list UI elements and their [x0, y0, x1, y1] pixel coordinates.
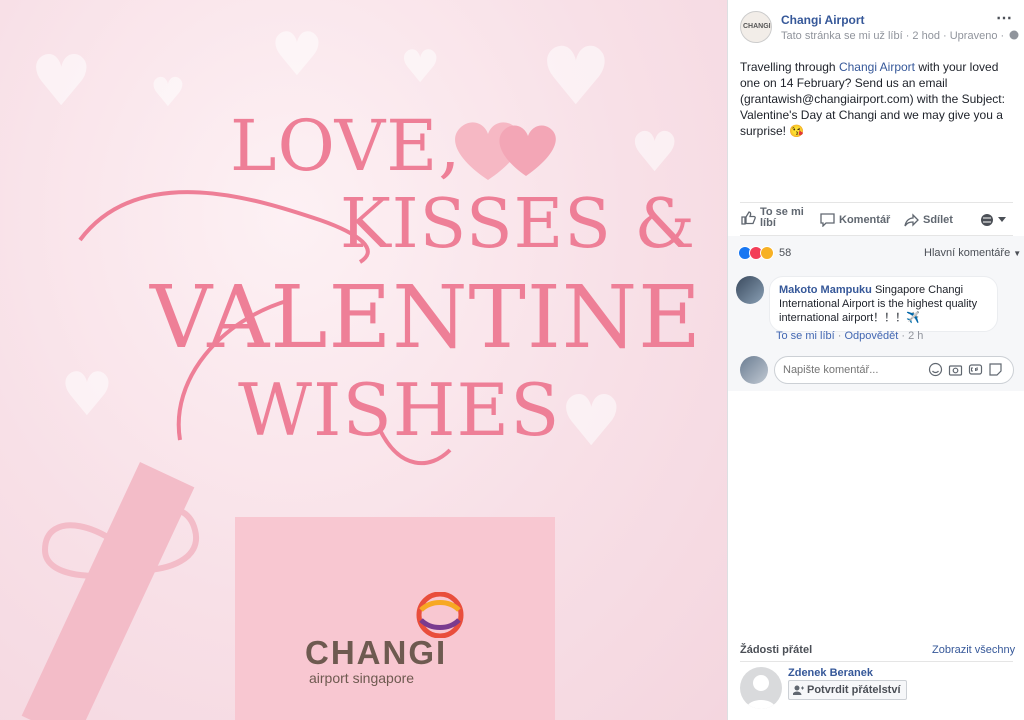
post-side-panel: CHANGI Changi Airport Tato stránka se mi…	[727, 0, 1024, 720]
reactions-summary[interactable]: 58	[738, 246, 791, 260]
thumbs-up-icon	[741, 211, 756, 225]
friend-name-link[interactable]: Zdenek Beranek	[788, 667, 873, 679]
share-button[interactable]: Sdílet	[904, 213, 953, 227]
title-line: WISHES	[238, 368, 561, 452]
comment-icon	[820, 213, 835, 227]
page-name-link[interactable]: Changi Airport	[781, 13, 865, 27]
globe-icon	[981, 214, 993, 226]
logo-tagline: airport singapore	[309, 670, 415, 686]
comments-area: 58 Hlavní komentáře ▼ Makoto Mampuku Sin…	[728, 236, 1024, 391]
comment-label: Komentář	[839, 214, 891, 226]
share-icon	[904, 213, 919, 227]
friend-requests-title: Žádosti přátel	[740, 644, 813, 656]
changi-logo-icon	[416, 592, 464, 638]
post-meta-text: Tato stránka se mi už líbí · 2 hod · Upr…	[781, 30, 1005, 42]
post-header: CHANGI Changi Airport Tato stránka se mi…	[728, 0, 1024, 50]
audience-selector[interactable]	[980, 213, 1010, 227]
comment-sort-dropdown[interactable]: Hlavní komentáře ▼	[924, 247, 1021, 259]
gif-icon[interactable]	[968, 362, 983, 377]
gift-box	[235, 517, 555, 720]
post-text: Travelling through Changi Airport with y…	[740, 59, 1015, 139]
title-line: KISSES &	[340, 185, 697, 264]
page-avatar[interactable]: CHANGI	[740, 11, 772, 43]
confirm-friend-button[interactable]: Potvrdit přátelství	[788, 680, 907, 700]
friend-requests: Žádosti přátel Zobrazit všechny Zdenek B…	[728, 635, 1024, 720]
camera-icon[interactable]	[948, 362, 963, 377]
friend-avatar[interactable]	[740, 667, 782, 709]
emoji-icon[interactable]	[928, 362, 943, 377]
like-button[interactable]: To se mi líbí	[740, 207, 808, 229]
commenter-avatar[interactable]	[736, 276, 764, 304]
my-avatar[interactable]	[740, 356, 768, 384]
title-line: LOVE,	[230, 105, 462, 187]
avatar-text: CHANGI	[743, 23, 771, 30]
comment-bubble: Makoto Mampuku Singapore Changi Internat…	[769, 276, 998, 332]
paper-hearts-icon	[455, 122, 556, 180]
like-label: To se mi líbí	[760, 206, 804, 229]
post-actions: To se mi líbí Komentář Sdílet	[740, 202, 1013, 236]
sticker-icon[interactable]	[988, 362, 1003, 377]
logo-name: CHANGI	[305, 634, 448, 671]
wow-reaction-icon	[760, 246, 774, 260]
comment-reply-link[interactable]: Odpovědět	[844, 330, 898, 342]
person-icon	[746, 675, 776, 709]
comment-time[interactable]: 2 h	[908, 330, 923, 342]
chevron-down-icon: ▼	[1013, 249, 1022, 258]
comment-like-link[interactable]: To se mi líbí	[776, 330, 835, 342]
share-label: Sdílet	[923, 214, 953, 226]
divider	[740, 661, 1013, 662]
comment-actions: To se mi líbí · Odpovědět · 2 h	[776, 330, 924, 342]
comment-button[interactable]: Komentář	[820, 213, 890, 227]
composer-tools	[928, 362, 1003, 377]
reaction-count: 58	[779, 247, 792, 259]
comment-author-link[interactable]: Makoto Mampuku	[779, 284, 872, 296]
post-image[interactable]: ♥ ♥ ♥ ♥ ♥ ♥ ♥ ♥ LOVE, KISSES & VALENTINE…	[0, 0, 727, 720]
page-mention-link[interactable]: Changi Airport	[839, 60, 915, 74]
post-meta: Tato stránka se mi už líbí · 2 hod · Upr…	[781, 30, 1019, 42]
chevron-down-icon	[998, 217, 1006, 222]
add-friend-icon	[793, 685, 804, 695]
sort-label: Hlavní komentáře	[924, 247, 1011, 259]
bow-icon	[41, 506, 200, 579]
title-line: VALENTINE	[150, 268, 702, 368]
see-all-link[interactable]: Zobrazit všechny	[932, 644, 1015, 656]
post-text-part: Travelling through	[740, 60, 839, 74]
more-options-icon[interactable]: ⋯	[996, 8, 1013, 28]
confirm-label: Potvrdit přátelství	[807, 684, 901, 696]
globe-icon[interactable]	[1009, 30, 1019, 40]
